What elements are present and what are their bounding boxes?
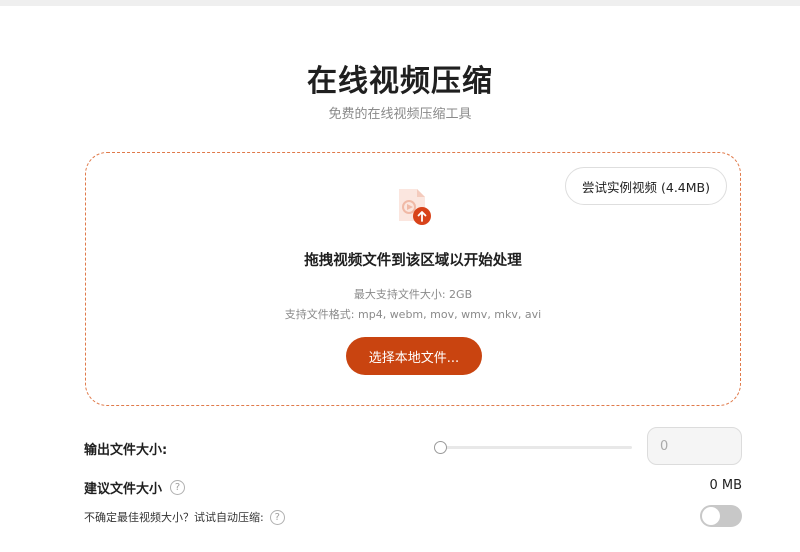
try-sample-video-button[interactable]: 尝试实例视频 (4.4MB) (565, 167, 727, 205)
page-title: 在线视频压缩 (307, 64, 493, 99)
suggested-size-row: 建议文件大小 ? (84, 478, 186, 497)
toggle-knob (702, 507, 720, 525)
supported-formats-text: 支持文件格式: mp4, webm, mov, wmv, mkv, avi (284, 308, 542, 321)
question-circle-icon[interactable]: ? (170, 480, 186, 495)
suggested-size-label: 建议文件大小 (84, 482, 163, 497)
output-size-slider-track[interactable] (440, 446, 632, 449)
auto-compress-toggle[interactable] (700, 505, 742, 527)
video-file-upload-icon (399, 189, 431, 225)
drop-instruction: 拖拽视频文件到该区域以开始处理 (304, 253, 522, 269)
choose-local-file-button[interactable]: 选择本地文件... (346, 337, 482, 375)
output-size-label: 输出文件大小: (84, 443, 168, 458)
output-size-slider-thumb[interactable] (433, 441, 447, 454)
question-circle-icon[interactable]: ? (269, 509, 285, 525)
max-file-size-text: 最大支持文件大小: 2GB (353, 288, 473, 301)
auto-compress-label: 不确定最佳视频大小？试试自动压缩: (84, 511, 264, 524)
auto-compress-row: 不确定最佳视频大小？试试自动压缩: ? (84, 509, 285, 525)
suggested-size-value: 0 MB (709, 478, 742, 493)
upload-dropzone[interactable]: 尝试实例视频 (4.4MB) 拖拽视频文件到该区域以开始处理 最大支持文件大小:… (85, 152, 741, 406)
page-subtitle: 免费的在线视频压缩工具 (328, 107, 472, 122)
top-bar (0, 0, 800, 6)
output-size-input[interactable] (647, 427, 742, 465)
